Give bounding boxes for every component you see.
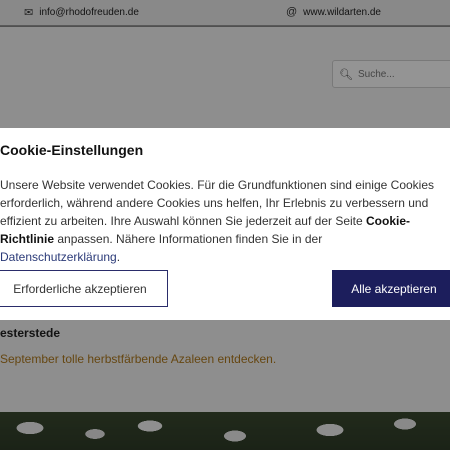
cookie-text-part2: anpassen. Nähere Informationen finden Si… (54, 232, 323, 246)
accept-necessary-button[interactable]: Erforderliche akzeptieren (0, 270, 168, 307)
cookie-dialog: Cookie-Einstellungen Unsere Website verw… (0, 128, 450, 320)
privacy-policy-link[interactable]: Datenschutzerklärung (0, 250, 117, 264)
cookie-dialog-title: Cookie-Einstellungen (0, 142, 144, 158)
accept-all-button[interactable]: Alle akzeptieren (332, 270, 450, 307)
cookie-dialog-text: Unsere Website verwendet Cookies. Für di… (0, 176, 440, 266)
cookie-text-part3: . (116, 250, 121, 264)
